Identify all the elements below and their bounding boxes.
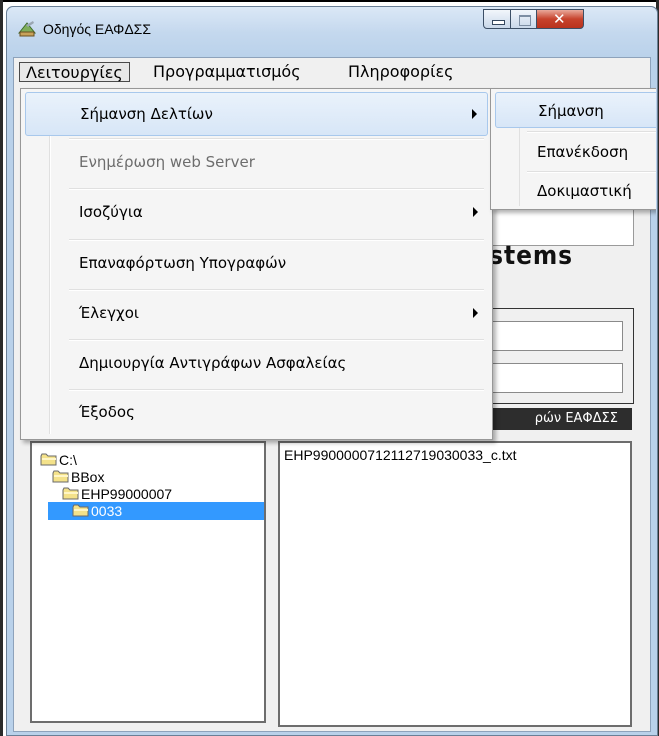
menu-item-label: Σήμανση <box>538 102 604 120</box>
submenu-item-dokimastiki[interactable]: Δοκιμαστική <box>495 173 656 209</box>
submenu-item-epanekdosi[interactable]: Επανέκδοση <box>495 134 656 170</box>
menu-item-label: Δοκιμαστική <box>537 182 632 200</box>
submenu-simansi-deltion: Σήμανση Επανέκδοση Δοκιμαστική <box>490 88 656 210</box>
submenu-item-simansi[interactable]: Σήμανση <box>495 92 656 128</box>
menu-separator <box>527 131 656 133</box>
menu-item-label: Επανέκδοση <box>537 143 629 161</box>
submenu-clip: Σήμανση Επανέκδοση Δοκιμαστική <box>0 0 656 736</box>
